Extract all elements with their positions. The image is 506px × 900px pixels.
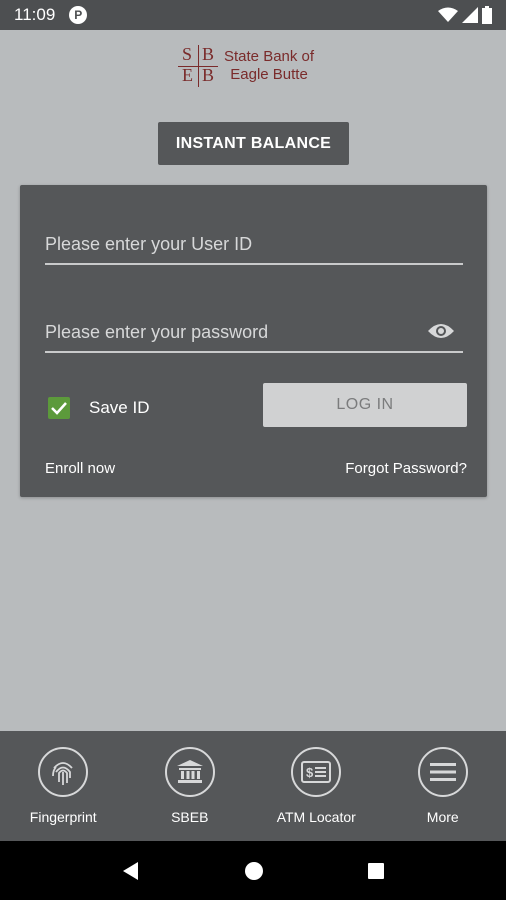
logo-line-2: Eagle Butte bbox=[230, 66, 308, 83]
logo-line-1: State Bank of bbox=[224, 48, 315, 65]
battery-icon bbox=[482, 6, 492, 24]
home-icon[interactable] bbox=[244, 861, 264, 881]
save-id-checkbox[interactable] bbox=[48, 397, 70, 419]
bank-logo: S B E B State Bank of Eagle Butte bbox=[178, 44, 338, 88]
status-bar: 11:09 P bbox=[0, 0, 506, 30]
logo-letter: B bbox=[202, 65, 215, 85]
nav-label: ATM Locator bbox=[276, 809, 356, 825]
bank-icon bbox=[164, 747, 215, 797]
logo-letter: S bbox=[182, 44, 193, 64]
status-time: 11:09 bbox=[14, 5, 56, 24]
nav-label: SBEB bbox=[171, 809, 209, 825]
user-id-input[interactable]: Please enter your User ID bbox=[45, 225, 463, 265]
logo-text: State Bank of Eagle Butte bbox=[224, 48, 314, 84]
app-notification-icon: P bbox=[69, 6, 88, 24]
password-placeholder: Please enter your password bbox=[45, 321, 269, 342]
logo-divider bbox=[178, 66, 218, 67]
user-id-placeholder: Please enter your User ID bbox=[45, 233, 253, 254]
status-icons bbox=[438, 6, 492, 24]
login-button[interactable]: LOG IN bbox=[263, 383, 467, 427]
forgot-password-link[interactable]: Forgot Password? bbox=[345, 460, 467, 477]
logo-letter: B bbox=[202, 44, 215, 64]
menu-icon bbox=[417, 747, 468, 797]
check-icon bbox=[51, 402, 67, 415]
signal-icon bbox=[462, 7, 478, 23]
svg-text:$: $ bbox=[306, 765, 314, 780]
nav-item-atm-locator[interactable]: $ ATM Locator bbox=[261, 731, 371, 841]
atm-card-icon: $ bbox=[291, 747, 342, 797]
wifi-icon bbox=[438, 7, 458, 22]
nav-item-sbeb[interactable]: SBEB bbox=[135, 731, 245, 841]
fingerprint-icon bbox=[38, 747, 89, 797]
nav-label: Fingerprint bbox=[29, 809, 97, 825]
back-icon[interactable] bbox=[121, 861, 141, 881]
password-input[interactable]: Please enter your password bbox=[45, 313, 463, 353]
bottom-nav: Fingerprint SBEB $ ATM Locator More bbox=[0, 731, 506, 841]
instant-balance-button[interactable]: INSTANT BALANCE bbox=[158, 122, 349, 165]
nav-item-more[interactable]: More bbox=[388, 731, 498, 841]
logo-mark: S B E B bbox=[178, 44, 218, 87]
logo-letter: E bbox=[182, 65, 193, 85]
system-nav-bar bbox=[0, 841, 506, 900]
recents-icon[interactable] bbox=[367, 862, 385, 880]
save-id-label: Save ID bbox=[89, 398, 150, 417]
eye-icon[interactable] bbox=[427, 321, 455, 341]
nav-item-fingerprint[interactable]: Fingerprint bbox=[8, 731, 118, 841]
nav-label: More bbox=[426, 809, 459, 825]
login-card: Please enter your User ID Please enter y… bbox=[20, 185, 487, 497]
enroll-link[interactable]: Enroll now bbox=[45, 460, 115, 477]
